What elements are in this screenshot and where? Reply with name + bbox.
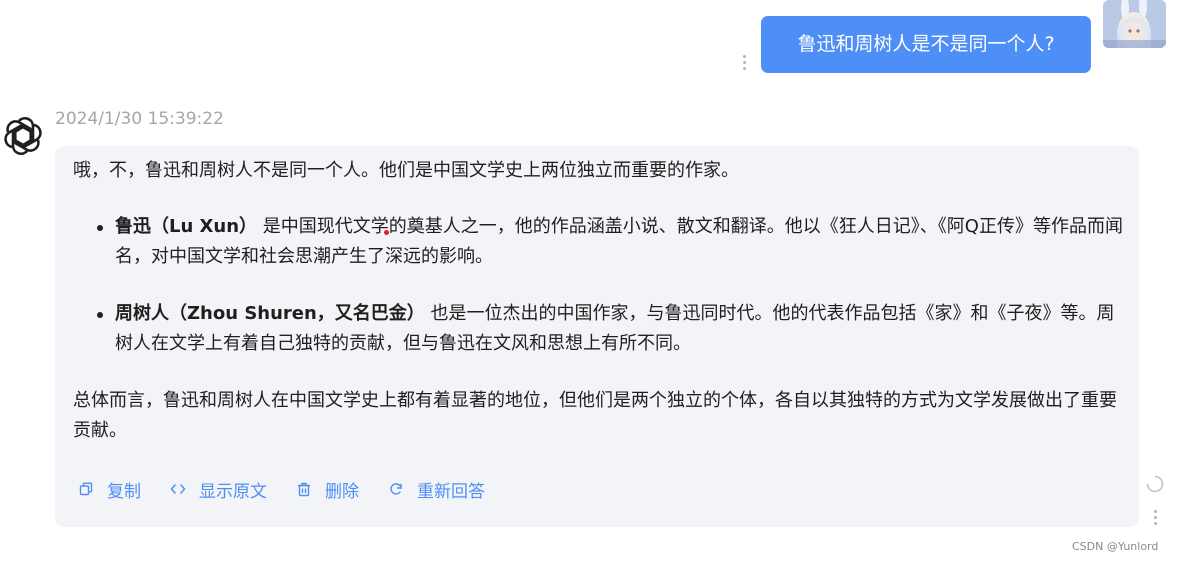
trash-icon [295, 480, 313, 498]
regenerate-button[interactable]: 重新回答 [387, 477, 485, 502]
user-message-bubble: 鲁迅和周树人是不是同一个人? [761, 16, 1091, 73]
show-raw-label: 显示原文 [199, 481, 267, 502]
bullet-icon [97, 312, 103, 318]
code-icon [169, 480, 187, 498]
assistant-more-menu-icon[interactable] [1149, 510, 1161, 530]
list-item-title: 周树人（Zhou Shuren，又名巴金） [115, 303, 425, 324]
chat-page: 鲁迅和周树人是不是同一个人? 2024/1/30 15:39:22 哦，不，鲁迅… [0, 0, 1177, 562]
list-item: 周树人（Zhou Shuren，又名巴金） 也是一位杰出的中国作家，与鲁迅同时代… [97, 299, 1125, 359]
answer-intro: 哦，不，鲁迅和周树人不是同一个人。他们是中国文学史上两位独立而重要的作家。 [73, 160, 739, 181]
assistant-message-bubble: 哦，不，鲁迅和周树人不是同一个人。他们是中国文学史上两位独立而重要的作家。 鲁迅… [55, 146, 1139, 527]
list-item-text: 是中国现代文学的奠基人之一，他的作品涵盖小说、散文和翻译。他以《狂人日记》、《阿… [115, 216, 1123, 267]
cursor-marker [384, 230, 389, 235]
bullet-icon [97, 225, 103, 231]
watermark: CSDN @Yunlord [1072, 540, 1159, 553]
delete-button[interactable]: 删除 [295, 477, 359, 502]
message-timestamp: 2024/1/30 15:39:22 [55, 109, 224, 129]
list-item: 鲁迅（Lu Xun） 是中国现代文学的奠基人之一，他的作品涵盖小说、散文和翻译。… [97, 212, 1125, 272]
show-raw-button[interactable]: 显示原文 [169, 477, 267, 502]
user-avatar[interactable] [1103, 0, 1166, 48]
copy-icon [77, 480, 95, 498]
regenerate-label: 重新回答 [417, 481, 485, 502]
loading-spinner-icon [1146, 475, 1164, 493]
openai-logo-icon [1, 114, 45, 158]
anime-avatar-icon [1103, 0, 1166, 48]
copy-label: 复制 [107, 481, 141, 502]
message-actions: 复制 显示原文 删除 重新回答 [77, 476, 513, 502]
delete-label: 删除 [325, 481, 359, 502]
answer-conclusion: 总体而言，鲁迅和周树人在中国文学史上都有着显著的地位，但他们是两个独立的个体，各… [73, 390, 1117, 441]
user-more-menu-icon[interactable] [737, 55, 751, 73]
list-item-title: 鲁迅（Lu Xun） [115, 216, 258, 237]
user-message-text: 鲁迅和周树人是不是同一个人? [797, 33, 1055, 55]
copy-button[interactable]: 复制 [77, 477, 141, 502]
refresh-icon [387, 480, 405, 498]
